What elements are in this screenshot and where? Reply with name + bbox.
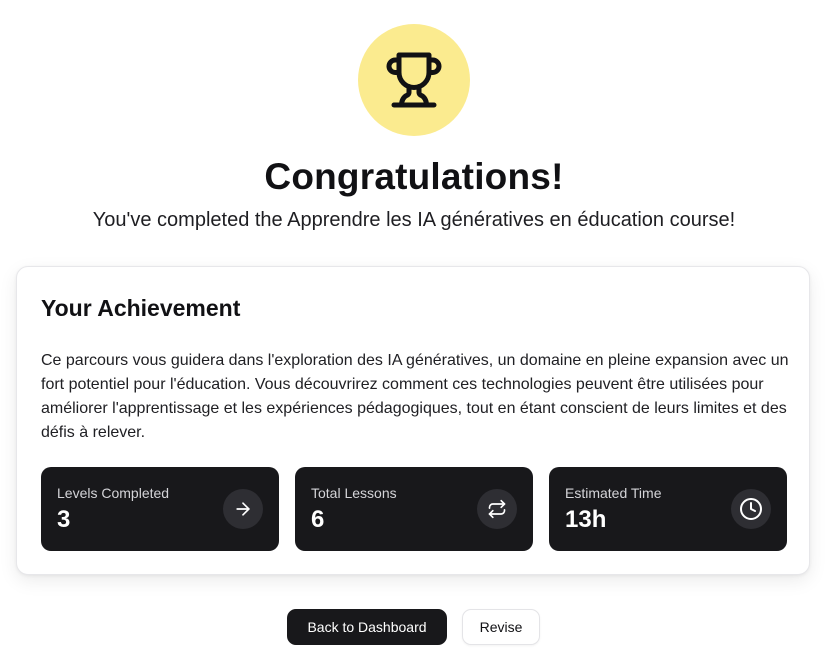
- course-description: Ce parcours vous guidera dans l'explorat…: [41, 352, 789, 441]
- page-title: Congratulations!: [264, 156, 564, 197]
- stat-estimated-time: Estimated Time 13h: [549, 467, 787, 551]
- arrow-right-icon: [223, 489, 263, 529]
- completion-subtitle: You've completed the Apprendre les IA gé…: [92, 209, 736, 231]
- repeat-icon: [477, 489, 517, 529]
- stat-label: Estimated Time: [565, 485, 662, 501]
- stat-value: 13h: [565, 506, 607, 533]
- trophy-icon: [386, 52, 442, 108]
- stat-levels-completed: Levels Completed 3: [41, 467, 279, 551]
- back-to-dashboard-button[interactable]: Back to Dashboard: [287, 609, 447, 645]
- stat-label: Total Lessons: [311, 485, 397, 501]
- revise-button[interactable]: Revise: [462, 609, 540, 645]
- stat-value: 3: [57, 506, 71, 533]
- completion-page: Congratulations! You've completed the Ap…: [0, 0, 828, 657]
- stat-total-lessons: Total Lessons 6: [295, 467, 533, 551]
- stat-label: Levels Completed: [57, 485, 170, 501]
- trophy-badge: [358, 24, 470, 136]
- achievement-title: Your Achievement: [41, 295, 241, 321]
- achievement-card: Your Achievement Ce parcours vous guider…: [16, 266, 810, 575]
- clock-icon: [731, 489, 771, 529]
- stat-value: 6: [311, 506, 325, 533]
